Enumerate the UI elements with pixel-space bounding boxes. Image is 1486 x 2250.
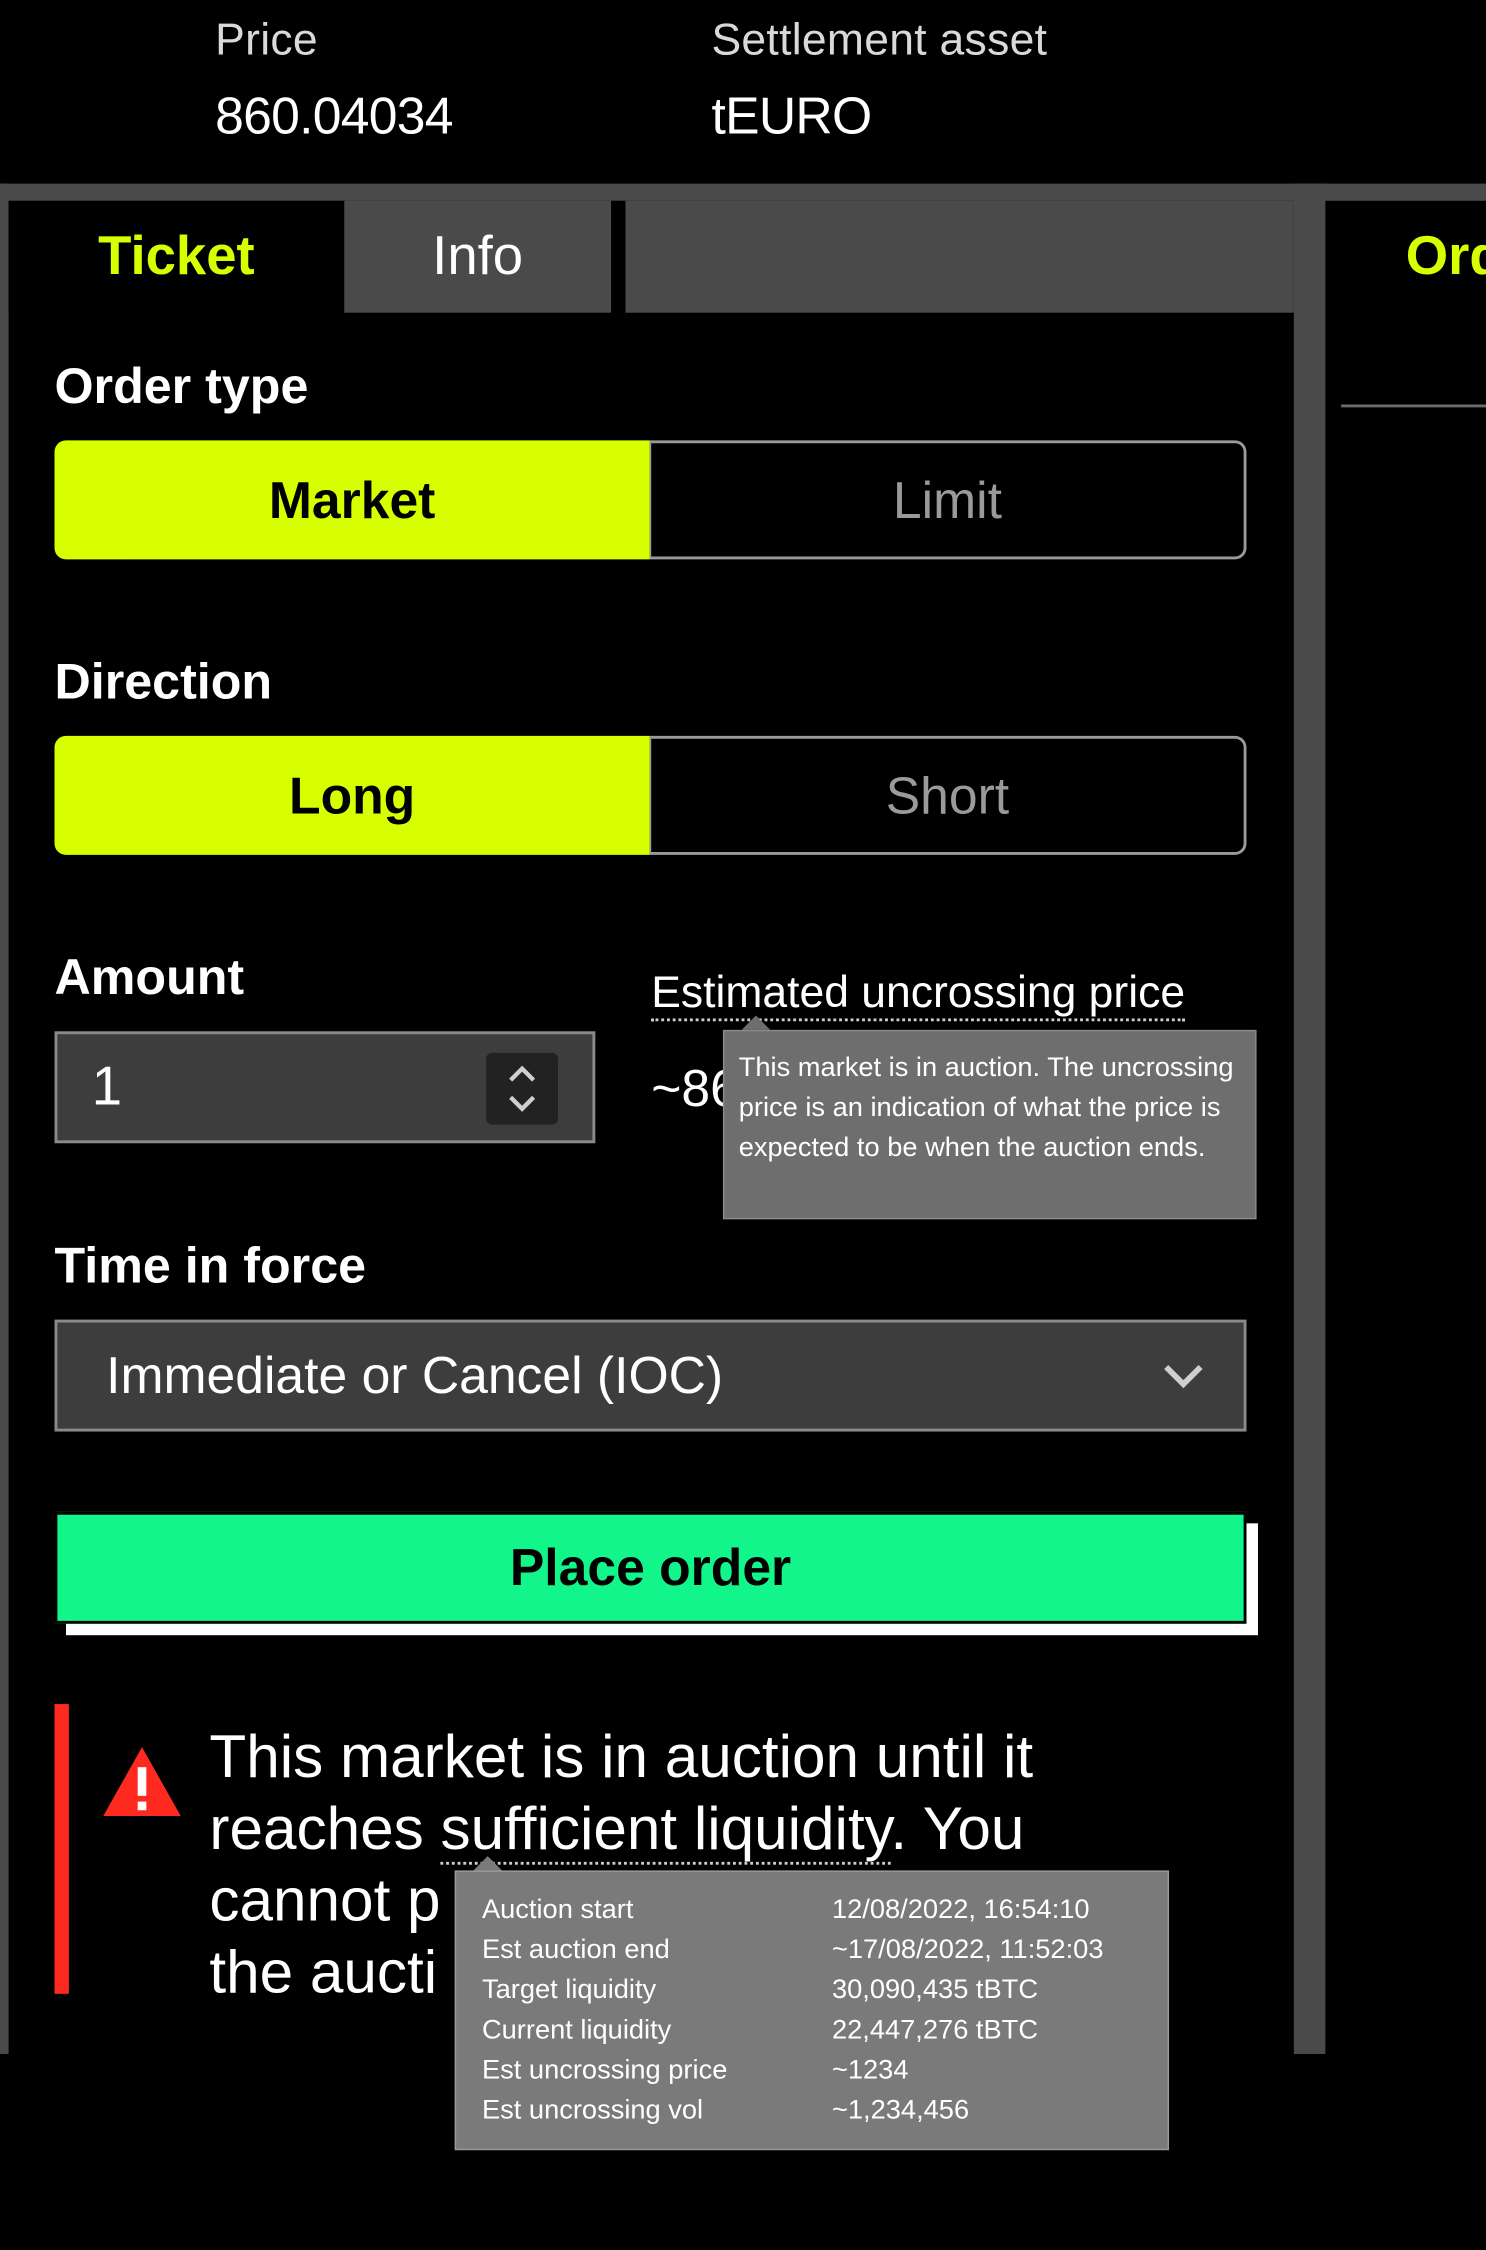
time-in-force-label: Time in force bbox=[55, 1238, 367, 1295]
auction-info-tooltip: Auction start 12/08/2022, 16:54:10 Est a… bbox=[455, 1870, 1169, 2150]
tooltip-arrow bbox=[742, 1016, 771, 1030]
tab-orders[interactable]: Ord bbox=[1406, 227, 1486, 289]
uncrossing-price-tooltip: This market is in auction. The uncrossin… bbox=[723, 1030, 1257, 1219]
price-value: 860.04034 bbox=[215, 86, 453, 146]
time-in-force-select[interactable]: Immediate or Cancel (IOC) bbox=[55, 1320, 1247, 1432]
tooltip-key: Current liquidity bbox=[482, 2015, 832, 2047]
chevron-down-icon bbox=[1160, 1361, 1206, 1390]
tooltip-key: Target liquidity bbox=[482, 1975, 832, 2007]
time-in-force-selected: Immediate or Cancel (IOC) bbox=[106, 1345, 723, 1405]
tab-bar-fill bbox=[625, 201, 1293, 313]
amount-stepper[interactable] bbox=[486, 1053, 558, 1125]
tooltip-value: ~17/08/2022, 11:52:03 bbox=[832, 1935, 1142, 1967]
tab-info[interactable]: Info bbox=[344, 201, 611, 313]
tooltip-row: Auction start 12/08/2022, 16:54:10 bbox=[482, 1891, 1142, 1931]
right-panel-divider-line bbox=[1341, 405, 1486, 408]
estimated-uncrossing-price-label[interactable]: Estimated uncrossing price bbox=[651, 967, 1185, 1022]
order-type-limit-button[interactable]: Limit bbox=[650, 440, 1247, 559]
tooltip-value: 12/08/2022, 16:54:10 bbox=[832, 1895, 1142, 1927]
settlement-asset-label: Settlement asset bbox=[711, 14, 1047, 66]
alert-line-2: reaches sufficient liquidity. You bbox=[209, 1793, 1213, 1865]
tooltip-value: 30,090,435 tBTC bbox=[832, 1975, 1142, 2007]
tooltip-key: Est uncrossing price bbox=[482, 2055, 832, 2087]
tab-separator bbox=[611, 201, 625, 313]
tooltip-row: Current liquidity 22,447,276 tBTC bbox=[482, 2011, 1142, 2051]
alert-line-2-post: . You bbox=[890, 1794, 1024, 1861]
tooltip-value: ~1,234,456 bbox=[832, 2096, 1142, 2128]
panel-frame-left bbox=[0, 184, 9, 2054]
amount-input[interactable]: 1 bbox=[55, 1031, 596, 1143]
tooltip-row: Est auction end ~17/08/2022, 11:52:03 bbox=[482, 1931, 1142, 1971]
direction-short-button[interactable]: Short bbox=[650, 736, 1247, 855]
tooltip-value: ~1234 bbox=[832, 2055, 1142, 2087]
tooltip-row: Target liquidity 30,090,435 tBTC bbox=[482, 1971, 1142, 2011]
order-type-market-button[interactable]: Market bbox=[55, 440, 650, 559]
tab-ticket[interactable]: Ticket bbox=[9, 201, 345, 313]
tooltip-arrow bbox=[473, 1856, 502, 1870]
direction-label: Direction bbox=[55, 654, 273, 711]
tooltip-row: Est uncrossing price ~1234 bbox=[482, 2051, 1142, 2091]
amount-label: Amount bbox=[55, 950, 245, 1007]
tooltip-key: Auction start bbox=[482, 1895, 832, 1927]
stepper-arrows-icon bbox=[505, 1060, 539, 1117]
sufficient-liquidity-link[interactable]: sufficient liquidity bbox=[440, 1794, 890, 1864]
direction-long-button[interactable]: Long bbox=[55, 736, 650, 855]
warning-icon bbox=[100, 1744, 183, 1819]
panel-divider[interactable] bbox=[1294, 184, 1326, 2054]
panel-frame-top bbox=[0, 184, 1486, 201]
tooltip-key: Est uncrossing vol bbox=[482, 2096, 832, 2128]
settlement-asset-value: tEURO bbox=[711, 86, 871, 146]
alert-line-1: This market is in auction until it bbox=[209, 1721, 1213, 1793]
amount-input-value: 1 bbox=[92, 1056, 122, 1118]
place-order-button[interactable]: Place order bbox=[55, 1512, 1247, 1624]
tooltip-row: Est uncrossing vol ~1,234,456 bbox=[482, 2091, 1142, 2131]
alert-line-2-pre: reaches bbox=[209, 1794, 440, 1861]
order-type-label: Order type bbox=[55, 359, 309, 416]
tooltip-value: 22,447,276 tBTC bbox=[832, 2015, 1142, 2047]
alert-bar bbox=[55, 1704, 69, 1994]
order-ticket-screen: Price 860.04034 Settlement asset tEURO T… bbox=[0, 0, 1486, 2249]
tooltip-key: Est auction end bbox=[482, 1935, 832, 1967]
price-label: Price bbox=[215, 14, 318, 66]
